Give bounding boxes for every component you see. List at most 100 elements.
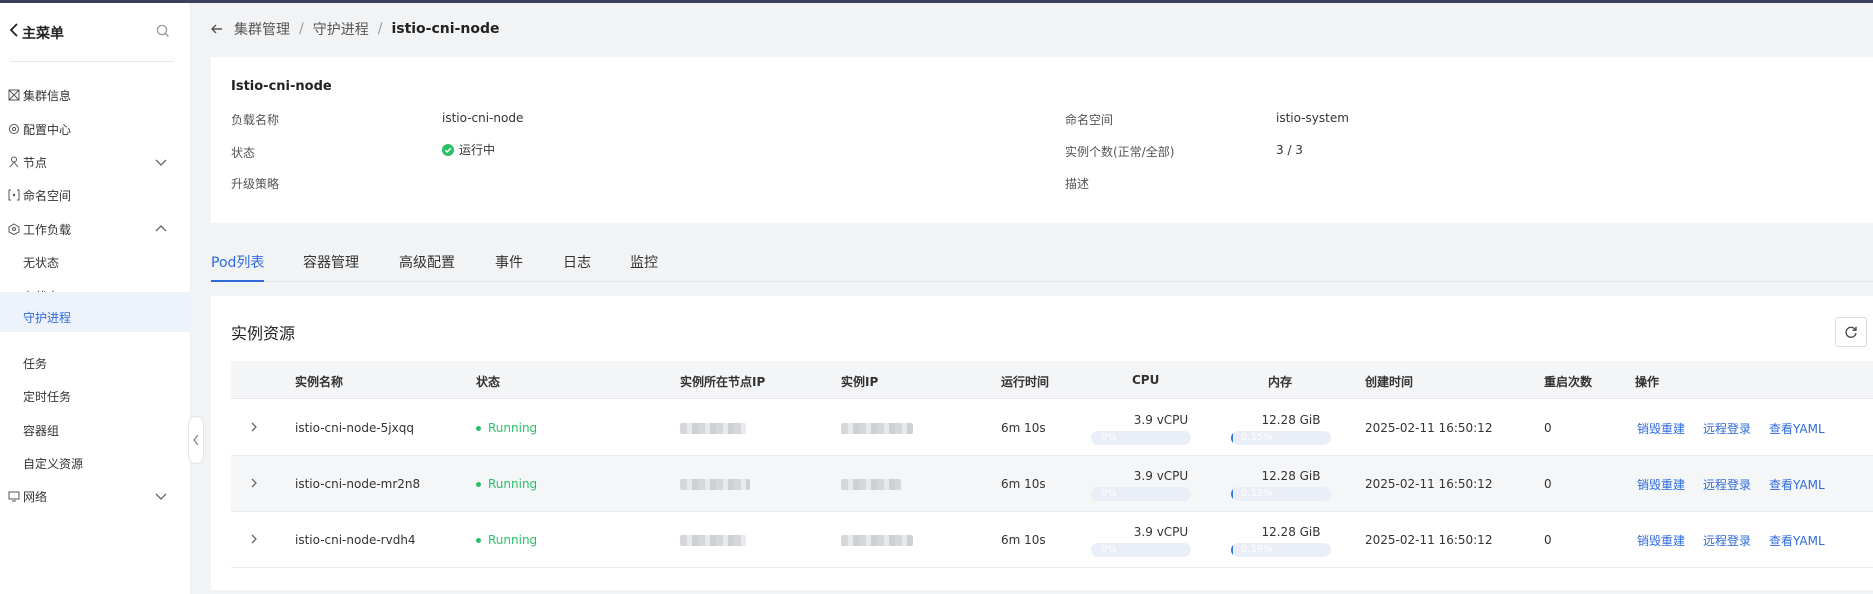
workload-icon bbox=[8, 223, 20, 235]
pod-restarts: 0 bbox=[1544, 533, 1552, 547]
breadcrumb-separator: / bbox=[299, 21, 304, 37]
breadcrumb-daemonset[interactable]: 守护进程 bbox=[313, 19, 369, 39]
workload-info-card: Istio-cni-node 负载名称 istio-cni-node 状态 运行… bbox=[211, 57, 1873, 223]
cpu-usage-bar: 0% bbox=[1091, 543, 1191, 557]
remote-login-link[interactable]: 远程登录 bbox=[1703, 420, 1751, 437]
tab-pod-list[interactable]: Pod列表 bbox=[211, 252, 265, 282]
tab-events[interactable]: 事件 bbox=[495, 252, 523, 282]
tab-monitoring[interactable]: 监控 bbox=[630, 252, 658, 282]
chevron-left-icon[interactable] bbox=[9, 23, 19, 37]
cpu-usage-percent: 0% bbox=[1101, 488, 1117, 499]
pod-status-text: Running bbox=[488, 421, 538, 435]
column-header-memory: 内存 bbox=[1268, 375, 1293, 389]
masked-node-ip bbox=[680, 423, 746, 434]
pod-name: istio-cni-node-5jxqq bbox=[295, 421, 414, 435]
running-dot bbox=[476, 537, 481, 543]
remote-login-link[interactable]: 远程登录 bbox=[1703, 476, 1751, 493]
breadcrumb-current: istio-cni-node bbox=[391, 21, 500, 37]
workload-title: Istio-cni-node bbox=[231, 79, 332, 94]
workload-name-value: istio-cni-node bbox=[442, 111, 524, 125]
pod-uptime: 6m 10s bbox=[1001, 533, 1046, 547]
sidebar-subitem-daemonset[interactable]: 守护进程 bbox=[0, 292, 191, 332]
sidebar-item-label: 配置中心 bbox=[23, 123, 72, 137]
pod-created-time: 2025-02-11 16:50:12 bbox=[1365, 421, 1493, 435]
chevron-right-icon[interactable] bbox=[249, 476, 259, 490]
pod-uptime: 6m 10s bbox=[1001, 421, 1046, 435]
column-header-name: 实例名称 bbox=[295, 375, 344, 389]
pod-memory: 12.28 GiB bbox=[1261, 413, 1321, 427]
running-dot bbox=[476, 481, 481, 487]
top-bar bbox=[0, 0, 1873, 3]
masked-instance-ip bbox=[841, 423, 913, 434]
refresh-button[interactable] bbox=[1835, 317, 1867, 347]
node-icon bbox=[9, 156, 19, 168]
status-label: 状态 bbox=[231, 146, 256, 160]
masked-node-ip bbox=[680, 535, 746, 546]
sidebar-item-label: 节点 bbox=[23, 156, 48, 170]
tab-container-management[interactable]: 容器管理 bbox=[303, 252, 359, 282]
rebuild-link[interactable]: 销毁重建 bbox=[1637, 532, 1685, 549]
cluster-info-icon bbox=[8, 89, 20, 101]
chevron-down-icon[interactable] bbox=[155, 157, 167, 167]
rebuild-link[interactable]: 销毁重建 bbox=[1637, 476, 1685, 493]
status-text: 运行中 bbox=[459, 143, 496, 157]
view-yaml-link[interactable]: 查看YAML bbox=[1769, 532, 1825, 549]
namespace-value: istio-system bbox=[1276, 111, 1349, 125]
view-yaml-link[interactable]: 查看YAML bbox=[1769, 420, 1825, 437]
table-row: istio-cni-node-rvdh4 Running 6m 10s 3.9 … bbox=[231, 512, 1873, 568]
remote-login-link[interactable]: 远程登录 bbox=[1703, 532, 1751, 549]
cpu-usage-percent: 0% bbox=[1101, 544, 1117, 555]
main-menu-title[interactable]: 主菜单 bbox=[22, 23, 64, 43]
tab-advanced-config[interactable]: 高级配置 bbox=[399, 252, 455, 282]
chevron-up-icon[interactable] bbox=[155, 224, 167, 234]
chevron-right-icon[interactable] bbox=[249, 532, 259, 546]
pod-restarts: 0 bbox=[1544, 421, 1552, 435]
column-header-instance-ip: 实例IP bbox=[841, 375, 879, 389]
sidebar-collapse-handle[interactable] bbox=[188, 416, 204, 464]
pod-created-time: 2025-02-11 16:50:12 bbox=[1365, 477, 1493, 491]
cpu-usage-percent: 0% bbox=[1101, 432, 1117, 443]
check-circle-icon bbox=[442, 143, 454, 156]
masked-node-ip bbox=[680, 479, 750, 490]
memory-usage-percent: 0.15% bbox=[1241, 432, 1273, 443]
upgrade-strategy-label: 升级策略 bbox=[231, 177, 280, 191]
column-header-cpu: CPU bbox=[1132, 373, 1160, 387]
table-row: istio-cni-node-mr2n8 Running 6m 10s 3.9 … bbox=[231, 456, 1873, 512]
status-value: 运行中 bbox=[442, 141, 495, 158]
chevron-left-icon bbox=[193, 434, 199, 446]
sidebar-divider bbox=[10, 61, 174, 62]
pod-status: Running bbox=[476, 533, 537, 547]
cpu-usage-bar: 0% bbox=[1091, 487, 1191, 501]
breadcrumb-cluster-management[interactable]: 集群管理 bbox=[234, 19, 290, 39]
masked-instance-ip bbox=[841, 535, 913, 546]
column-header-uptime: 运行时间 bbox=[1001, 375, 1050, 389]
tab-logs[interactable]: 日志 bbox=[563, 252, 591, 282]
masked-instance-ip bbox=[841, 479, 901, 490]
pod-memory: 12.28 GiB bbox=[1261, 525, 1321, 539]
workload-name-label: 负载名称 bbox=[231, 113, 280, 127]
pod-status-text: Running bbox=[488, 477, 538, 491]
memory-usage-fill bbox=[1231, 543, 1233, 557]
namespace-label: 命名空间 bbox=[1065, 113, 1114, 127]
search-icon[interactable] bbox=[156, 24, 170, 38]
pod-name: istio-cni-node-mr2n8 bbox=[295, 477, 421, 491]
column-header-node-ip: 实例所在节点IP bbox=[680, 375, 766, 389]
chevron-right-icon[interactable] bbox=[249, 420, 259, 434]
instances-label: 实例个数(正常/全部) bbox=[1065, 145, 1175, 159]
memory-usage-fill bbox=[1231, 487, 1233, 501]
pod-status-text: Running bbox=[488, 533, 538, 547]
arrow-left-icon[interactable] bbox=[210, 22, 224, 36]
memory-usage-percent: 0.19% bbox=[1241, 544, 1273, 555]
panel-title: 实例资源 bbox=[231, 324, 296, 343]
description-label: 描述 bbox=[1065, 177, 1090, 191]
sidebar-subitem-label: 容器组 bbox=[23, 424, 60, 438]
sidebar-item-label: 工作负载 bbox=[23, 223, 72, 237]
chevron-down-icon[interactable] bbox=[155, 491, 167, 501]
memory-usage-bar: 0.19% bbox=[1231, 543, 1331, 557]
pod-restarts: 0 bbox=[1544, 477, 1552, 491]
pod-status: Running bbox=[476, 477, 537, 491]
sidebar-item-network[interactable]: 网络 bbox=[0, 476, 191, 516]
sidebar-subitem-label: 自定义资源 bbox=[23, 457, 84, 471]
view-yaml-link[interactable]: 查看YAML bbox=[1769, 476, 1825, 493]
rebuild-link[interactable]: 销毁重建 bbox=[1637, 420, 1685, 437]
